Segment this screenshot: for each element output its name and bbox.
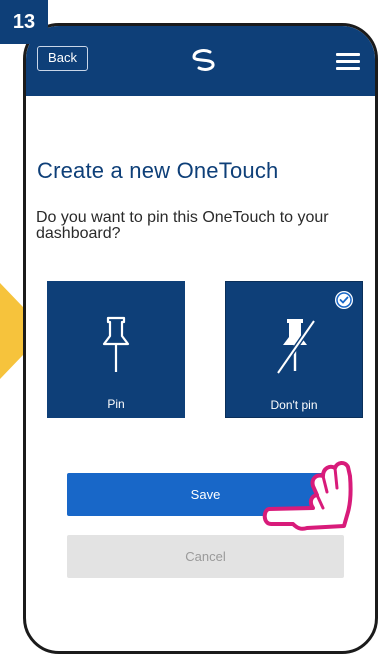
pin-option-label: Pin [107, 397, 125, 411]
app-header: Back [26, 26, 375, 96]
pushpin-crossed-icon [275, 319, 317, 375]
back-button[interactable]: Back [37, 46, 88, 71]
pin-option-tile[interactable]: Pin [47, 281, 185, 418]
pushpin-icon [102, 316, 130, 372]
pin-question-text: Do you want to pin this OneTouch to your… [36, 209, 329, 242]
pointing-hand-icon [262, 461, 353, 531]
checkmark-icon [335, 291, 353, 309]
phone-frame: Back Create a new OneTouch Do you want t… [23, 23, 378, 654]
dont-pin-option-tile[interactable]: Don't pin [225, 281, 363, 418]
step-number-badge: 13 [0, 0, 48, 44]
page-title: Create a new OneTouch [37, 158, 279, 183]
swirl-logo-icon [192, 49, 215, 71]
hamburger-menu-icon[interactable] [336, 53, 360, 70]
dont-pin-option-label: Don't pin [270, 398, 318, 412]
